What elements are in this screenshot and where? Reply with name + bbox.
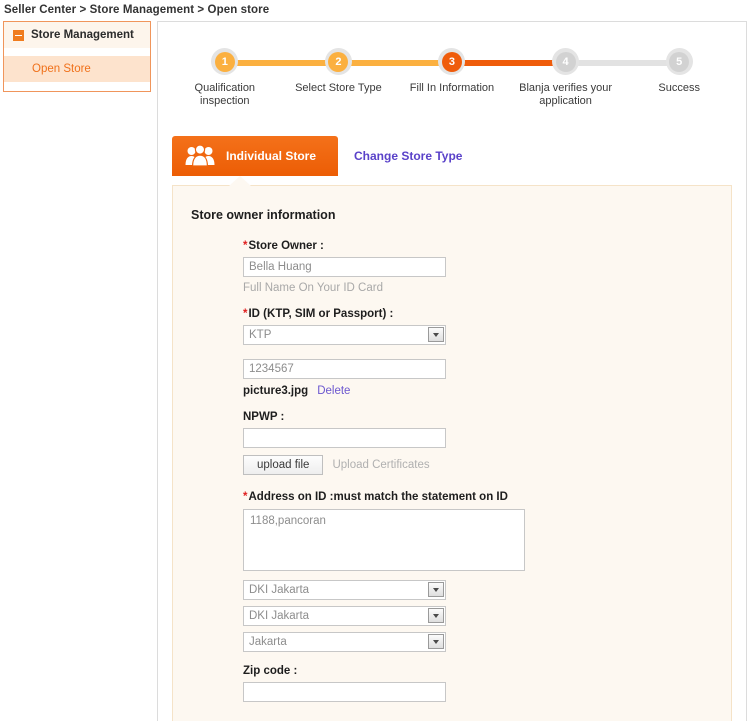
step-4-label: Blanja verifies your application (519, 82, 613, 107)
step-5-number: 5 (669, 51, 690, 72)
store-owner-label: *Store Owner : (243, 240, 324, 252)
step-1-label: Qualification inspection (194, 82, 256, 107)
id-type-select-wrapper: KTP (243, 325, 446, 345)
breadcrumb: Seller Center > Store Management > Open … (4, 4, 270, 16)
step-3-fill-in-information: 3 Fill In Information (395, 48, 509, 95)
step-2-label: Select Store Type (295, 82, 382, 94)
required-asterisk: * (243, 240, 248, 252)
province-select-wrapper: DKI Jakarta (243, 580, 446, 600)
field-store-owner: *Store Owner : Full Name On Your ID Card (243, 240, 731, 294)
step-4-circle: 4 (552, 48, 580, 75)
change-store-type-link[interactable]: Change Store Type (354, 149, 462, 163)
id-type-select[interactable]: KTP (243, 325, 446, 345)
step-4-blanja-verifies: 4 Blanja verifies your application (508, 48, 623, 108)
field-address: *Address on ID :must match the statement… (243, 491, 731, 652)
page-body: Store Management Open Store 1 Qualificat… (0, 21, 750, 721)
upload-file-button[interactable]: upload file (243, 455, 324, 475)
sidebar-divider (4, 49, 150, 56)
store-owner-input[interactable] (243, 257, 446, 277)
step-3-number: 3 (441, 51, 462, 72)
npwp-label: NPWP : (243, 411, 285, 423)
progress-stepper: 1 Qualification inspection 2 Select Stor… (158, 22, 746, 108)
delete-id-file-link[interactable]: Delete (317, 385, 350, 397)
step-2-circle: 2 (324, 48, 352, 75)
npwp-upload-row: upload file Upload Certificates (243, 455, 731, 475)
district-select-wrapper: Jakarta (243, 632, 446, 652)
city-select-wrapper: DKI Jakarta (243, 606, 446, 626)
required-asterisk: * (243, 308, 248, 320)
zip-code-input[interactable] (243, 682, 446, 702)
main-content-panel: 1 Qualification inspection 2 Select Stor… (157, 21, 747, 721)
page-title: Store owner information (191, 208, 336, 222)
sidebar-header-store-management[interactable]: Store Management (4, 22, 150, 49)
store-owner-hint: Full Name On Your ID Card (243, 282, 383, 294)
tab-individual-store-label: Individual Store (226, 149, 317, 163)
sidebar: Store Management Open Store (3, 21, 151, 92)
sidebar-item-open-store[interactable]: Open Store (4, 56, 150, 82)
required-asterisk: * (243, 491, 248, 503)
id-file-name: picture3.jpg (243, 385, 309, 397)
stepper-steps: 1 Qualification inspection 2 Select Stor… (168, 48, 736, 108)
id-file-row: picture3.jpg Delete (243, 385, 731, 397)
store-owner-form-panel: Store owner information *Store Owner : F… (172, 175, 732, 721)
upload-certificates-hint: Upload Certificates (332, 459, 430, 471)
store-type-tabs: Individual Store Change Store Type (172, 136, 746, 176)
people-group-icon (185, 144, 215, 167)
step-1-circle: 1 (211, 48, 239, 75)
step-1-qualification-inspection: 1 Qualification inspection (168, 48, 282, 108)
step-3-label: Fill In Information (409, 82, 495, 94)
city-select[interactable]: DKI Jakarta (243, 606, 446, 626)
step-5-label: Success (658, 82, 700, 94)
step-5-success: 5 Success (622, 48, 736, 95)
panel-pointer-arrow (228, 175, 252, 186)
district-select[interactable]: Jakarta (243, 632, 446, 652)
field-zip-code: Zip code : Next (243, 665, 731, 721)
address-label: *Address on ID :must match the statement… (243, 491, 508, 503)
step-3-circle: 3 (438, 48, 466, 75)
step-2-select-store-type: 2 Select Store Type (281, 48, 396, 95)
id-number-input[interactable] (243, 359, 446, 379)
address-textarea[interactable] (243, 509, 525, 571)
sidebar-header-label: Store Management (31, 29, 134, 41)
step-2-number: 2 (328, 51, 349, 72)
sidebar-spacer (4, 82, 150, 91)
step-5-circle: 5 (665, 48, 693, 75)
field-id-document: *ID (KTP, SIM or Passport) : KTP picture… (243, 308, 731, 397)
id-document-label: *ID (KTP, SIM or Passport) : (243, 308, 394, 320)
province-select[interactable]: DKI Jakarta (243, 580, 446, 600)
minus-square-icon[interactable] (13, 29, 24, 41)
step-1-number: 1 (214, 51, 235, 72)
field-npwp: NPWP : upload file Upload Certificates (243, 411, 731, 475)
zip-code-label: Zip code : (243, 665, 298, 677)
npwp-input[interactable] (243, 428, 446, 448)
step-4-number: 4 (555, 51, 576, 72)
tab-individual-store[interactable]: Individual Store (172, 136, 339, 176)
